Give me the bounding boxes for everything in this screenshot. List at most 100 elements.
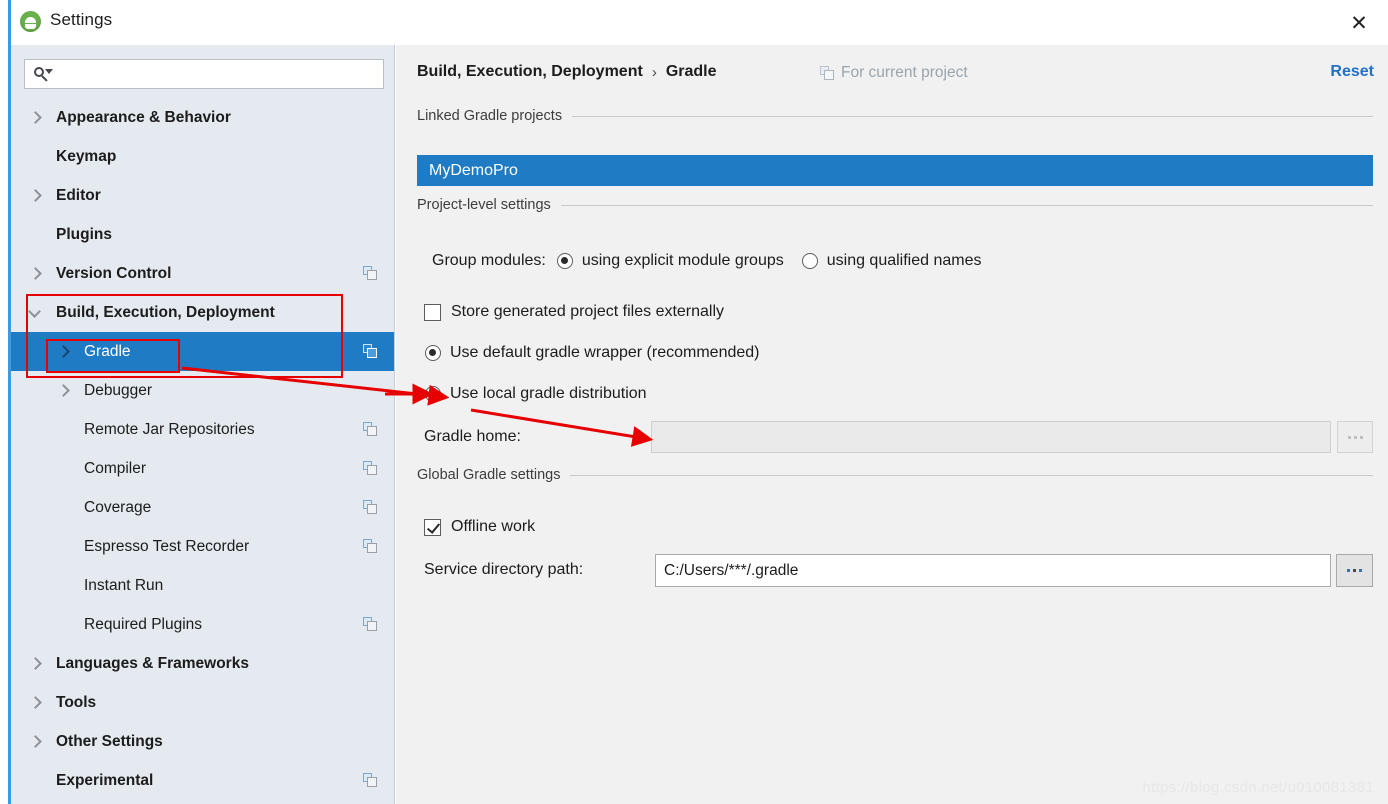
sidebar-item-remote-jar-repositories[interactable]: Remote Jar Repositories [8, 410, 394, 449]
sidebar-item-plugins[interactable]: Plugins [8, 215, 394, 254]
breadcrumb-current: Gradle [665, 63, 717, 80]
sidebar-item-label: Instant Run [84, 576, 164, 594]
chevron-down-icon[interactable] [28, 306, 42, 320]
sidebar-item-gradle[interactable]: Gradle [8, 332, 394, 371]
sidebar-item-label: Version Control [56, 264, 172, 282]
sidebar-item-label: Coverage [84, 498, 152, 516]
chevron-right-icon[interactable] [56, 345, 70, 359]
settings-sidebar: Appearance & Behavior Keymap Editor Plugins… [8, 45, 395, 804]
gradle-home-label-wrap: Gradle home: [424, 428, 521, 446]
sidebar-item-label: Required Plugins [84, 615, 203, 633]
use-default-wrapper-label[interactable]: Use default gradle wrapper (recommended) [450, 344, 759, 362]
settings-tree: Appearance & Behavior Keymap Editor Plugins… [8, 98, 394, 800]
breadcrumb-parent[interactable]: Build, Execution, Deployment [417, 63, 643, 81]
sidebar-item-experimental[interactable]: Experimental [8, 761, 394, 800]
sidebar-item-instant-run[interactable]: Instant Run [8, 566, 394, 605]
group-linked-gradle-projects: Linked Gradle projects [417, 108, 1373, 124]
sidebar-item-required-plugins[interactable]: Required Plugins [8, 605, 394, 644]
radio-using-qualified-names[interactable] [801, 253, 818, 269]
sidebar-item-other-settings[interactable]: Other Settings [8, 722, 394, 761]
radio-use-default-gradle-wrapper[interactable] [425, 345, 441, 361]
group-linked-label: Linked Gradle projects [417, 108, 563, 124]
store-externally-row[interactable]: Store generated project files externally [424, 303, 724, 321]
service-directory-path-input[interactable]: C:/Users/***/.gradle [655, 554, 1331, 587]
sidebar-item-label: Plugins [56, 225, 112, 243]
sidebar-item-keymap[interactable]: Keymap [8, 137, 394, 176]
chevron-right-icon[interactable] [56, 384, 70, 398]
checkbox-store-generated-project-files-externally[interactable] [424, 303, 441, 321]
group-project-level-settings: Project-level settings [417, 197, 1373, 213]
service-directory-path-value: C:/Users/***/.gradle [664, 561, 799, 579]
chevron-right-icon[interactable] [28, 735, 42, 749]
copy-settings-icon [363, 539, 378, 554]
search-icon [33, 66, 53, 84]
chevron-right-icon[interactable] [28, 267, 42, 281]
sidebar-item-espresso-test-recorder[interactable]: Espresso Test Recorder [8, 527, 394, 566]
sidebar-item-label: Editor [56, 186, 101, 204]
chevron-right-icon[interactable] [28, 696, 42, 710]
radio-using-explicit-module-groups[interactable] [556, 253, 573, 269]
chevron-right-icon[interactable] [28, 189, 42, 203]
sidebar-item-label: Espresso Test Recorder [84, 537, 250, 555]
radio-use-local-gradle-distribution[interactable] [425, 386, 441, 402]
sidebar-item-tools[interactable]: Tools [8, 683, 394, 722]
sidebar-item-label: Build, Execution, Deployment [56, 303, 275, 321]
gradle-home-label: Gradle home: [424, 428, 521, 445]
sidebar-item-label: Keymap [56, 147, 117, 165]
chevron-right-icon[interactable] [28, 111, 42, 125]
group-global-gradle-settings: Global Gradle settings [417, 467, 1373, 483]
sidebar-item-label: Experimental [56, 771, 154, 789]
sidebar-item-label: Remote Jar Repositories [84, 420, 255, 438]
sidebar-item-compiler[interactable]: Compiler [8, 449, 394, 488]
sidebar-item-version-control[interactable]: Version Control [8, 254, 394, 293]
breadcrumb: Build, Execution, Deployment › Gradle [417, 63, 717, 81]
sidebar-accent-stripe [8, 45, 11, 804]
sidebar-item-label: Gradle [84, 342, 131, 360]
group-modules-row: Group modules: using explicit module gro… [432, 252, 982, 270]
use-local-distribution-label[interactable]: Use local gradle distribution [450, 385, 647, 403]
search-box[interactable] [24, 59, 384, 89]
group-divider [570, 474, 1373, 476]
sidebar-item-editor[interactable]: Editor [8, 176, 394, 215]
search-input[interactable] [57, 63, 381, 87]
gradle-home-browse-button[interactable] [1337, 421, 1373, 453]
chevron-right-icon[interactable] [28, 657, 42, 671]
sidebar-item-debugger[interactable]: Debugger [8, 371, 394, 410]
sidebar-item-build-execution-deployment[interactable]: Build, Execution, Deployment [8, 293, 394, 332]
sidebar-item-label: Tools [56, 693, 97, 711]
gradle-home-input[interactable] [651, 421, 1331, 453]
radio-using-qualified-names-label[interactable]: using qualified names [827, 252, 982, 270]
checkbox-offline-work[interactable] [424, 518, 441, 536]
use-default-wrapper-row[interactable]: Use default gradle wrapper (recommended) [425, 344, 759, 362]
copy-settings-icon [363, 500, 378, 515]
watermark: https://blog.csdn.net/u010081381 [1142, 779, 1374, 796]
copy-settings-icon [363, 773, 378, 788]
title-bar: Settings ✕ [0, 0, 1388, 45]
linked-project-item[interactable]: MyDemoPro [417, 155, 1373, 186]
sidebar-item-coverage[interactable]: Coverage [8, 488, 394, 527]
radio-using-explicit-module-groups-label[interactable]: using explicit module groups [582, 252, 784, 270]
scope-note: For current project [820, 64, 968, 82]
linked-project-label: MyDemoPro [429, 161, 518, 179]
settings-content-panel: Build, Execution, Deployment › Gradle Fo… [396, 45, 1388, 804]
offline-work-label[interactable]: Offline work [451, 518, 535, 536]
sidebar-item-label: Other Settings [56, 732, 163, 750]
group-divider [560, 204, 1373, 206]
service-directory-browse-button[interactable] [1336, 554, 1373, 587]
sidebar-item-languages-frameworks[interactable]: Languages & Frameworks [8, 644, 394, 683]
close-icon[interactable]: ✕ [1346, 10, 1372, 36]
android-studio-icon [20, 11, 41, 32]
offline-work-row[interactable]: Offline work [424, 518, 535, 536]
group-global-label: Global Gradle settings [417, 467, 561, 483]
use-local-distribution-row[interactable]: Use local gradle distribution [425, 385, 647, 403]
copy-settings-icon [363, 617, 378, 632]
service-dir-label-wrap: Service directory path: [424, 561, 583, 579]
sidebar-item-appearance-behavior[interactable]: Appearance & Behavior [8, 98, 394, 137]
store-externally-label[interactable]: Store generated project files externally [451, 303, 724, 321]
copy-settings-icon [363, 461, 378, 476]
copy-settings-icon [363, 422, 378, 437]
copy-settings-icon [363, 266, 378, 281]
reset-button[interactable]: Reset [1330, 63, 1374, 81]
service-directory-path-label: Service directory path: [424, 561, 584, 578]
copy-settings-icon [363, 344, 378, 359]
